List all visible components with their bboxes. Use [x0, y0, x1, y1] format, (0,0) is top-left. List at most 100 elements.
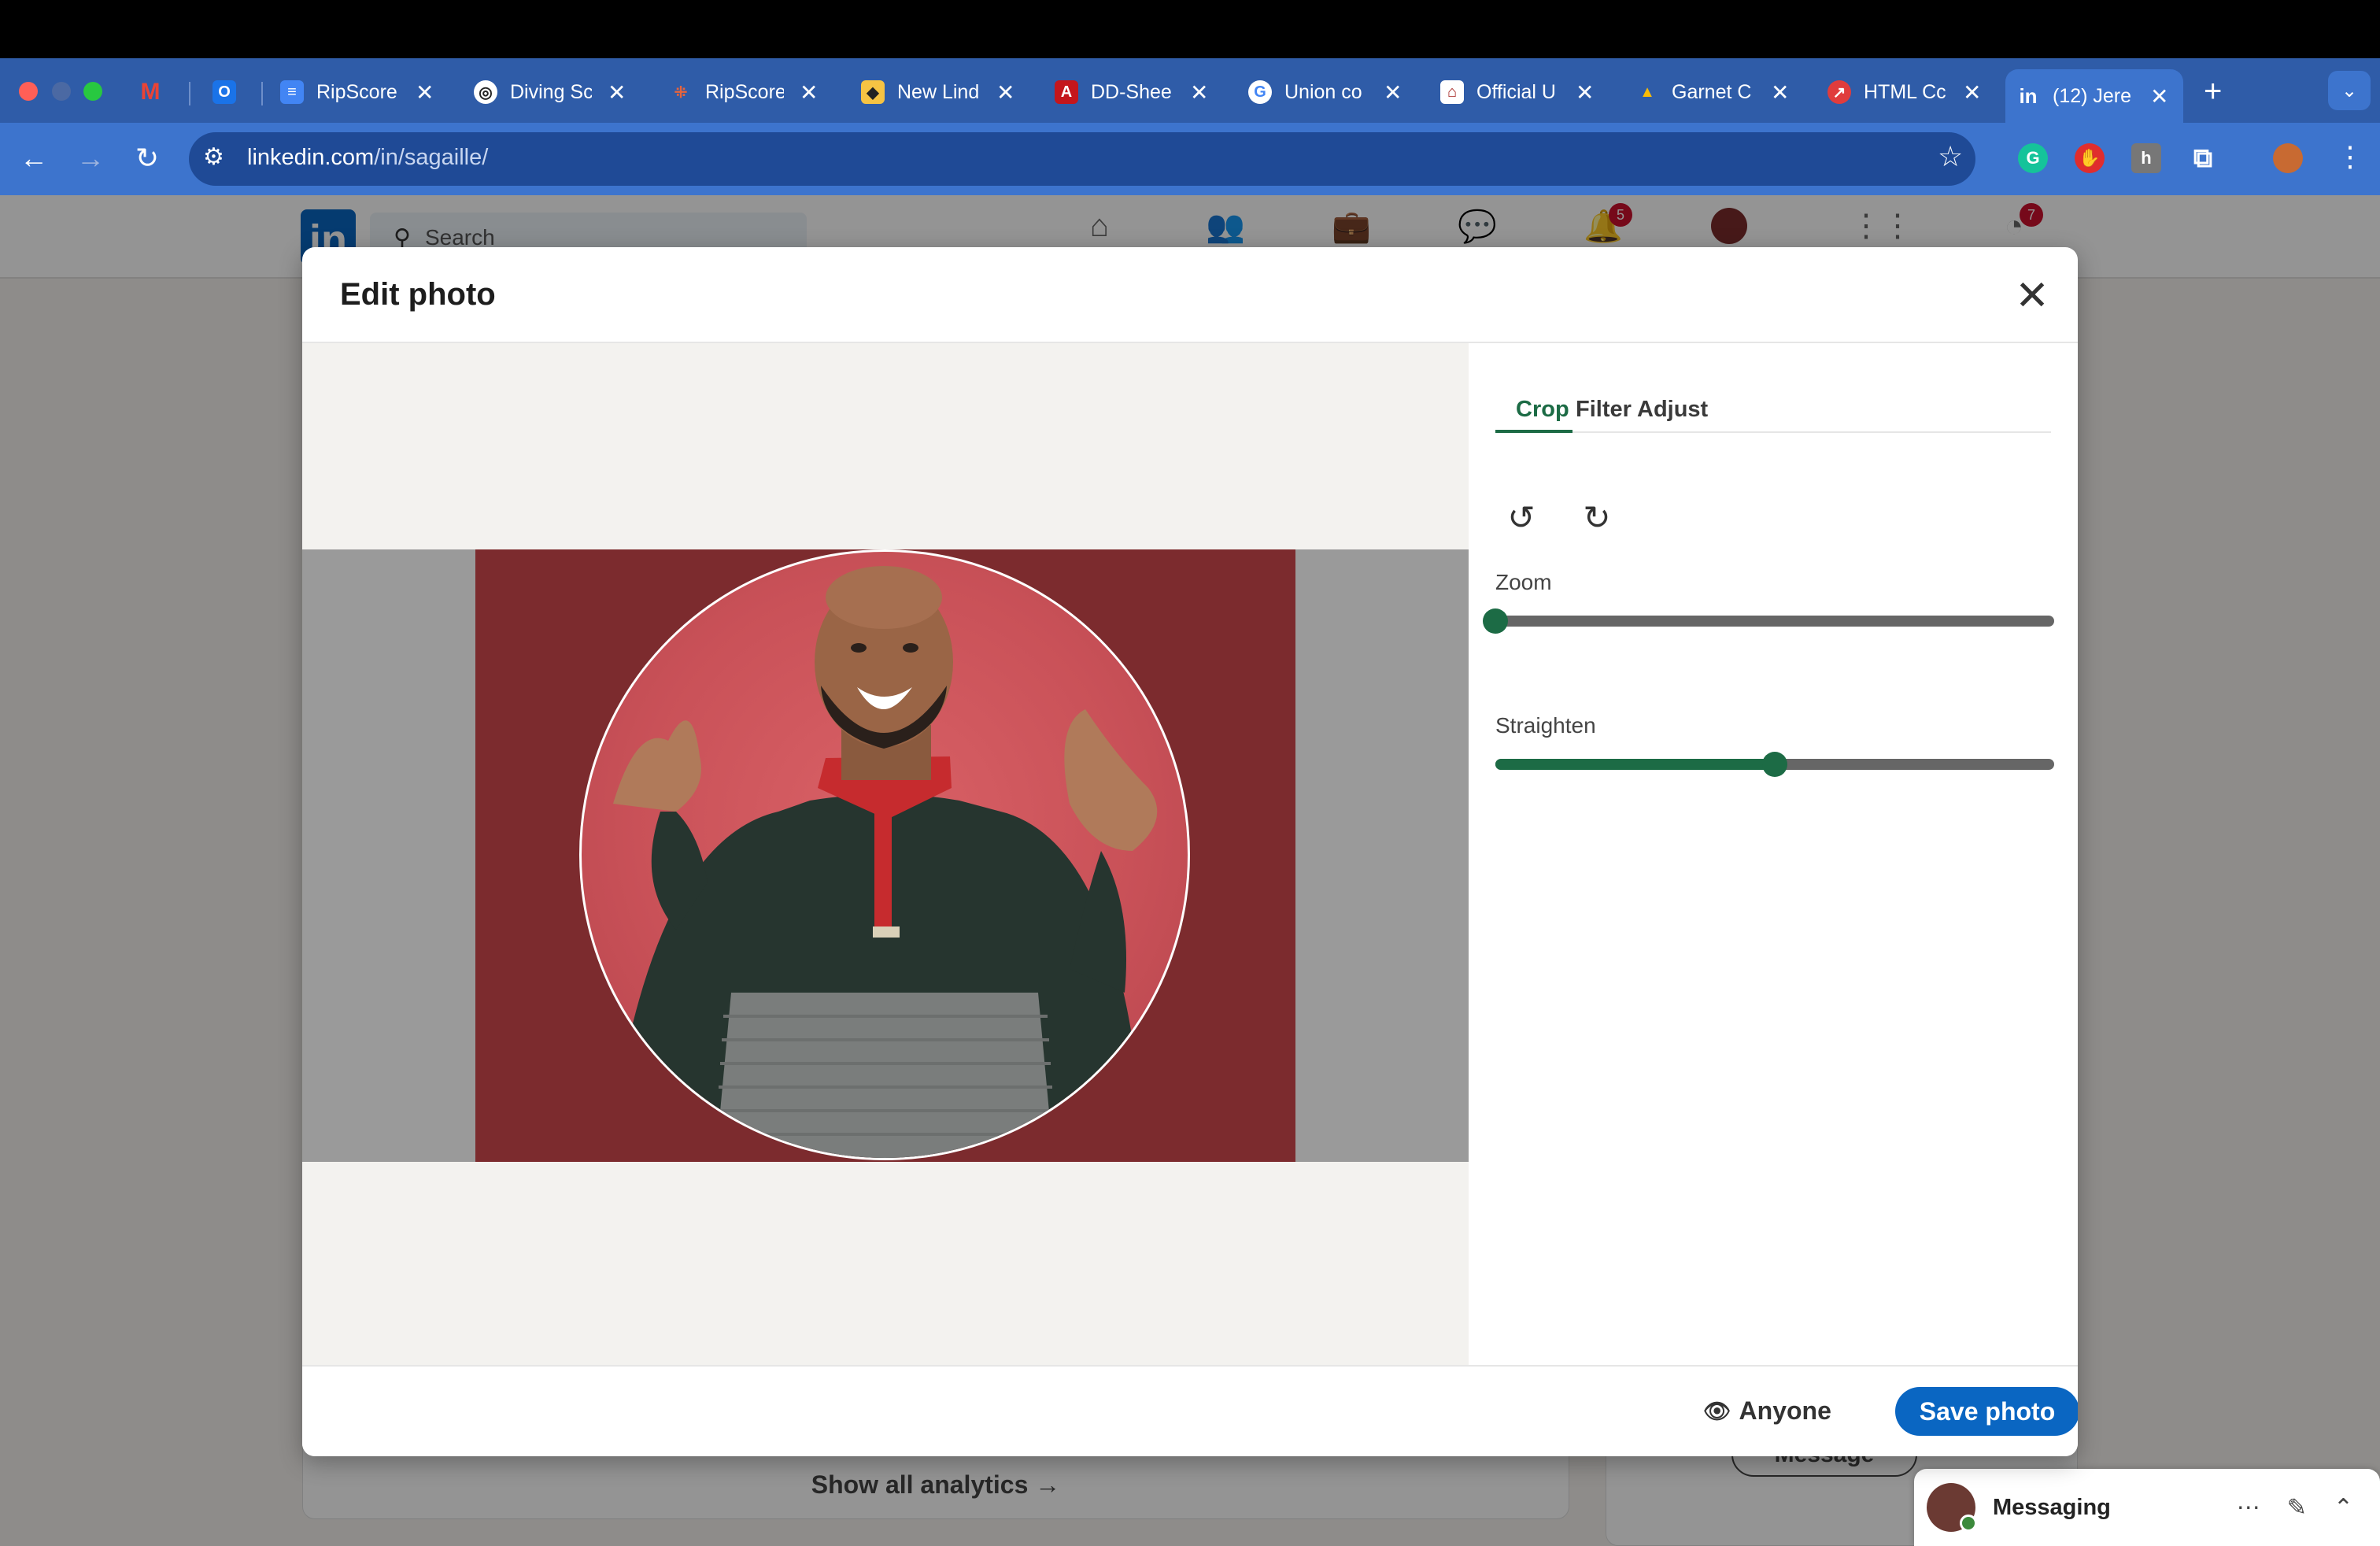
compose-icon[interactable]: ✎ — [2287, 1494, 2307, 1522]
url-text[interactable]: linkedin.com/in/sagaille/ — [247, 145, 488, 171]
straighten-slider-thumb[interactable] — [1762, 752, 1787, 777]
reload-icon: ↻ — [135, 142, 160, 174]
edit-panel: Crop Filter Adjust ↺ ↻ Zoom Straighten — [1469, 343, 2078, 1365]
close-tab-icon[interactable]: ✕ — [1576, 80, 1594, 105]
site-settings-icon[interactable]: ⚙ — [203, 143, 224, 171]
close-tab-icon[interactable]: ✕ — [2150, 83, 2168, 109]
save-photo-button[interactable]: Save photo — [1895, 1387, 2078, 1436]
chevron-down-icon: ⌄ — [2341, 80, 2358, 102]
profile-photo[interactable] — [475, 549, 1295, 1162]
arrow-right-icon: → — [76, 142, 105, 174]
active-tab-indicator — [1495, 430, 1572, 433]
tab-title: RipScore — [316, 80, 397, 103]
url-path: /in/sagaille/ — [374, 145, 489, 170]
rotate-right-button[interactable]: ↻ — [1576, 496, 1618, 538]
zoom-slider[interactable] — [1483, 608, 2054, 634]
tab-title: HTML Cc — [1864, 80, 1946, 103]
rotate-right-icon: ↻ — [1583, 498, 1611, 536]
crop-circle[interactable] — [579, 549, 1190, 1160]
tab-new-lind[interactable]: ◆ New Lind ✕ — [861, 69, 1014, 115]
messaging-avatar — [1927, 1483, 1977, 1532]
edit-photo-modal: Edit photo ✕ Crop Filter Adjust ↺ ↻ Zoom… — [302, 247, 2078, 1456]
extensions-puzzle-icon[interactable]: ⧉ — [2188, 143, 2218, 173]
tab-garnet[interactable]: ▲ Garnet C ✕ — [1635, 69, 1789, 115]
tab-dd-sheet[interactable]: A DD-Shee ✕ — [1055, 69, 1208, 115]
tab-search-button[interactable]: ⌄ — [2328, 71, 2371, 110]
tab-ripscore-doc[interactable]: ≡ RipScore ✕ — [280, 69, 434, 115]
tab-crop[interactable]: Crop — [1516, 397, 1569, 423]
tab-title: RipScore — [705, 80, 784, 103]
tab-ripscore[interactable]: ⁜ RipScore ✕ — [669, 69, 819, 115]
ripscore-icon: ⁜ — [674, 83, 688, 102]
modal-header: Edit photo ✕ — [302, 247, 2078, 343]
docs-icon: ≡ — [280, 80, 304, 104]
openai-icon: ◎ — [474, 80, 497, 104]
tab-outlook[interactable]: O — [213, 69, 249, 115]
stop-extension-icon[interactable]: ✋ — [2075, 143, 2105, 173]
tab-gmail[interactable]: M — [139, 69, 175, 115]
tab-title: New Lind — [897, 80, 980, 103]
arrow-left-icon: ← — [20, 142, 48, 174]
rotate-left-icon: ↺ — [1507, 498, 1536, 536]
eye-icon: 👁 — [1703, 1399, 1731, 1423]
close-tab-icon[interactable]: ✕ — [1384, 80, 1402, 105]
close-tab-icon[interactable]: ✕ — [996, 80, 1014, 105]
forward-button[interactable]: → — [71, 139, 110, 178]
visibility-label: Anyone — [1739, 1396, 1831, 1425]
photo-canvas — [302, 343, 1469, 1365]
close-tab-icon[interactable]: ✕ — [1963, 80, 1981, 105]
modal-footer: 👁 Anyone Save photo — [302, 1365, 2078, 1456]
tab-official[interactable]: ⌂ Official U ✕ — [1440, 69, 1594, 115]
linkedin-icon: in — [2019, 83, 2038, 108]
tab-adjust[interactable]: Adjust — [1637, 397, 1708, 423]
outlook-icon: O — [213, 80, 236, 104]
close-tab-icon[interactable]: ✕ — [1190, 80, 1208, 105]
profile-avatar[interactable] — [2273, 143, 2303, 173]
more-icon[interactable]: ⋯ — [2237, 1494, 2260, 1522]
tab-html[interactable]: ↗ HTML Cc ✕ — [1828, 69, 1981, 115]
tab-linkedin-active[interactable]: in (12) Jere ✕ — [2005, 69, 2183, 123]
close-tab-icon[interactable]: ✕ — [608, 80, 626, 105]
hubspot-extension-icon[interactable]: h — [2131, 143, 2161, 173]
tab-filter[interactable]: Filter — [1576, 397, 1632, 423]
tab-title: Garnet C — [1672, 80, 1752, 103]
browser-menu-icon[interactable]: ⋮ — [2336, 140, 2364, 173]
rotate-left-button[interactable]: ↺ — [1500, 496, 1543, 538]
close-icon: ✕ — [2015, 273, 2049, 319]
zoom-label: Zoom — [1495, 570, 1552, 594]
straighten-label: Straighten — [1495, 713, 1596, 738]
straighten-slider-fill — [1495, 759, 1775, 770]
bookmark-star-icon[interactable]: ☆ — [1938, 140, 1963, 173]
gmail-icon: M — [140, 79, 161, 105]
new-lind-icon: ◆ — [861, 80, 885, 104]
close-window-button[interactable] — [19, 82, 38, 101]
tab-separator — [261, 82, 263, 105]
back-button[interactable]: ← — [14, 139, 54, 178]
close-tab-icon[interactable]: ✕ — [416, 80, 434, 105]
close-tab-icon[interactable]: ✕ — [1771, 80, 1789, 105]
edit-tabs: Crop Filter Adjust — [1495, 375, 2051, 433]
reload-button[interactable]: ↻ — [128, 139, 167, 178]
fullscreen-window-button[interactable] — [83, 82, 102, 101]
straighten-slider[interactable] — [1495, 752, 2054, 777]
grammarly-extension-icon[interactable]: G — [2018, 143, 2048, 173]
drive-icon: ▲ — [1639, 83, 1655, 101]
tab-title: DD-Shee — [1091, 80, 1172, 103]
tab-separator — [189, 82, 190, 105]
url-host: linkedin.com — [247, 145, 375, 170]
tab-title: (12) Jere — [2053, 84, 2132, 107]
chevron-up-icon[interactable]: ⌃ — [2334, 1494, 2353, 1522]
tab-union[interactable]: G Union co ✕ — [1248, 69, 1402, 115]
tab-diving[interactable]: ◎ Diving Sc ✕ — [474, 69, 626, 115]
close-modal-button[interactable]: ✕ — [2010, 273, 2054, 319]
close-tab-icon[interactable]: ✕ — [800, 80, 818, 105]
html-icon: ↗ — [1828, 80, 1851, 104]
minimize-window-button[interactable] — [52, 82, 71, 101]
google-icon: G — [1248, 80, 1272, 104]
new-tab-button[interactable]: + — [2204, 74, 2222, 109]
university-icon: ⌂ — [1440, 80, 1464, 104]
visibility-button[interactable]: 👁 Anyone — [1703, 1396, 1831, 1426]
zoom-slider-thumb[interactable] — [1483, 608, 1508, 634]
macos-menubar — [0, 0, 2380, 58]
messaging-bar[interactable]: Messaging ⋯ ✎ ⌃ — [1914, 1469, 2380, 1546]
